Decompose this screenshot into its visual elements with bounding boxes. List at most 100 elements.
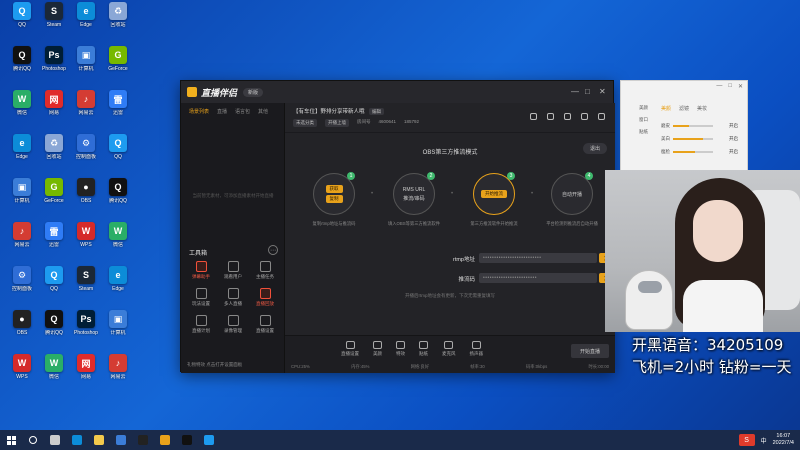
room-id: 4600641 xyxy=(378,119,397,124)
category-tag[interactable]: 未选分类 xyxy=(293,119,317,127)
toolbox-item[interactable]: 录像管理 xyxy=(217,315,249,334)
maximize-button[interactable]: □ xyxy=(585,87,590,96)
bottom-tool[interactable]: 麦克风 xyxy=(442,341,456,357)
app-icon: ⚙ xyxy=(77,134,95,152)
toolbox-item[interactable]: 直播设置 xyxy=(249,315,281,334)
beauty-slider-label: 磨皮 xyxy=(661,123,670,128)
app-name: 直播伴侣 xyxy=(201,87,238,98)
toolbox-item[interactable]: 直播回放 xyxy=(249,288,281,307)
tool-label: 直播回放 xyxy=(256,301,274,306)
chrome-icon[interactable] xyxy=(157,432,173,448)
maximize-icon[interactable]: □ xyxy=(728,83,732,91)
obs-icon[interactable] xyxy=(135,432,151,448)
desktop-icon[interactable]: ▣ 计算机 xyxy=(100,310,136,350)
app-icon: W xyxy=(13,354,31,372)
toolbox-item[interactable]: 玩法设置 xyxy=(185,288,217,307)
toolbox-item[interactable]: 直播计划 xyxy=(185,315,217,334)
app-icon: G xyxy=(109,46,127,64)
tab-live[interactable]: 直播 xyxy=(217,108,227,115)
bottom-tool-label: 扬声器 xyxy=(469,351,484,356)
beauty-slider[interactable] xyxy=(673,151,713,153)
close-icon[interactable]: ✕ xyxy=(738,83,743,91)
desktop-icon-label: 回收站 xyxy=(110,22,126,28)
taskview-icon[interactable] xyxy=(47,432,63,448)
beauty-tab[interactable]: 美颜 xyxy=(661,105,671,112)
app-icon: ⚙ xyxy=(13,266,31,284)
tab-other[interactable]: 其他 xyxy=(258,108,268,115)
mode-tag[interactable]: 开播上墙 xyxy=(325,119,349,127)
beauty-open-toggle[interactable]: 开启 xyxy=(729,123,738,129)
search-icon[interactable] xyxy=(25,432,41,448)
gift-effect-hint[interactable]: 礼物特效 点击打开设置面板 xyxy=(187,362,242,368)
bell-icon[interactable] xyxy=(581,113,588,120)
tab-language[interactable]: 语言包 xyxy=(235,108,250,115)
bottom-tool[interactable]: 扬声器 xyxy=(469,341,484,357)
obs-step-2: 2 RMS URL 推流/串码 xyxy=(393,172,435,215)
toolbox-item[interactable]: 多人直播 xyxy=(217,288,249,307)
explorer-icon[interactable] xyxy=(91,432,107,448)
desktop-icon[interactable]: e Edge xyxy=(100,266,136,306)
desktop-icon[interactable]: W 微信 xyxy=(100,222,136,262)
douyin-icon[interactable] xyxy=(179,432,195,448)
beauty-open-toggle[interactable]: 开启 xyxy=(729,136,738,142)
stream-key-field[interactable]: •••••••••••••••••••••••• xyxy=(479,273,597,283)
beauty-slider[interactable] xyxy=(673,125,713,127)
toolbox-item[interactable]: 观看用户 xyxy=(217,261,249,280)
minimize-icon[interactable]: — xyxy=(716,83,722,91)
beauty-tab[interactable]: 美妆 xyxy=(697,105,707,112)
bottom-tool-icon xyxy=(373,341,382,349)
bottom-tool[interactable]: 贴纸 xyxy=(419,341,428,357)
beauty-side-item[interactable]: 贴纸 xyxy=(639,129,648,135)
ime-indicator[interactable]: 中 xyxy=(761,436,767,445)
clock[interactable]: 16:07 2022/7/4 xyxy=(773,433,794,447)
bottom-tool-icon xyxy=(396,341,405,349)
toolbox-item[interactable]: 主播任务 xyxy=(249,261,281,280)
tab-scenes[interactable]: 场景列表 xyxy=(189,108,209,115)
beauty-tab[interactable]: 滤镜 xyxy=(679,105,689,112)
bottom-tool[interactable]: 特效 xyxy=(396,341,405,357)
store-icon[interactable] xyxy=(113,432,129,448)
desktop-icon[interactable]: G GeForce xyxy=(100,46,136,86)
desktop-icon-label: GeForce xyxy=(108,66,128,72)
step-text: 推流/串码 xyxy=(403,195,425,202)
desktop-icon[interactable]: Q 腾讯QQ xyxy=(100,178,136,218)
exit-obs-mode-button[interactable]: 退出 xyxy=(582,143,607,154)
step-text: 复制 xyxy=(325,195,343,203)
record-icon[interactable] xyxy=(564,113,571,120)
edge-icon[interactable] xyxy=(69,432,85,448)
lock-icon[interactable] xyxy=(530,113,537,120)
desktop-icon[interactable]: ♻ 回收站 xyxy=(100,2,136,42)
version-pill[interactable]: 新版 xyxy=(243,87,264,97)
minimize-button[interactable]: — xyxy=(571,87,579,96)
status-item: 网络:良好 xyxy=(410,364,430,369)
bottom-tool[interactable]: 美颜 xyxy=(373,341,382,357)
bottom-tool[interactable]: 直播设置 xyxy=(341,341,359,357)
step-number: 2 xyxy=(427,172,435,180)
toolbox-item[interactable]: 弹幕助手 xyxy=(185,261,217,280)
edit-title-button[interactable]: 编辑 xyxy=(369,108,385,115)
qq-icon[interactable] xyxy=(201,432,217,448)
app-icon: Q xyxy=(13,46,31,64)
rtmp-field[interactable]: •••••••••••••••••••••••••• xyxy=(479,253,597,263)
app-icon: e xyxy=(13,134,31,152)
beauty-side-item[interactable]: 美颜 xyxy=(639,105,648,111)
start-button[interactable] xyxy=(0,430,22,450)
settings-icon[interactable] xyxy=(598,113,605,120)
tool-label: 直播计划 xyxy=(192,328,210,333)
toolbox-more-icon[interactable]: ⋯ xyxy=(268,245,278,255)
desktop-icon[interactable]: ♪ 网易云 xyxy=(100,354,136,394)
fans-count: 185792 xyxy=(404,119,420,124)
beauty-side-item[interactable]: 窗口 xyxy=(639,117,648,123)
share-icon[interactable] xyxy=(547,113,554,120)
close-button[interactable]: ✕ xyxy=(599,87,606,96)
app-icon: W xyxy=(109,222,127,240)
sogou-input-icon[interactable]: S xyxy=(738,434,755,446)
rtmp-label: rtmp地址 xyxy=(452,257,475,263)
beauty-open-toggle[interactable]: 开启 xyxy=(729,149,738,155)
desktop-icon[interactable]: Q QQ xyxy=(100,134,136,174)
start-live-button[interactable]: 开始直播 xyxy=(571,344,609,358)
room-label: 房间号 xyxy=(357,119,371,124)
beauty-slider[interactable] xyxy=(673,138,713,140)
app-icon: S xyxy=(45,2,63,20)
desktop-icon[interactable]: 雷迅雷 xyxy=(100,90,136,130)
